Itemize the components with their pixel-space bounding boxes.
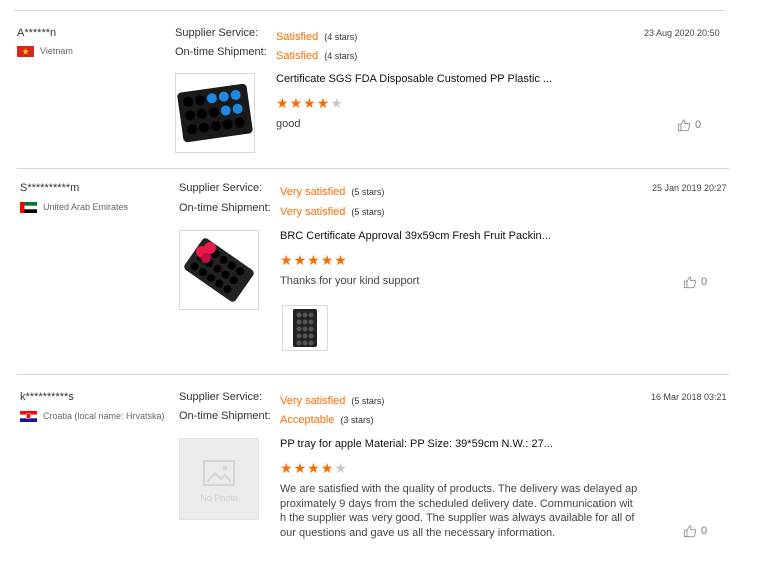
supplier-service-value: Very satisfied bbox=[280, 395, 346, 407]
image-placeholder-icon bbox=[203, 460, 235, 486]
review-date: 16 Mar 2018 03:21 bbox=[651, 392, 727, 402]
comment-line: proximately 9 days from the scheduled de… bbox=[280, 497, 633, 510]
rating-stars: ★★★★★ bbox=[280, 460, 348, 477]
star-icon: ★ bbox=[334, 460, 348, 476]
thumbs-up-icon bbox=[683, 525, 697, 538]
reviewer-name: k**********s bbox=[20, 391, 74, 403]
star-icon: ★ bbox=[320, 460, 335, 476]
comment-line: our questions and gave us all the necess… bbox=[280, 526, 556, 539]
shipment-rating: Acceptable (3 stars) bbox=[280, 410, 373, 428]
review-comment: We are satisfied with the quality of pro… bbox=[280, 482, 637, 540]
shipment-stars: (3 stars) bbox=[340, 415, 374, 425]
supplier-service-stars: (5 stars) bbox=[351, 396, 385, 406]
flag-icon bbox=[20, 411, 37, 423]
comment-line: h the supplier was very good. The suppli… bbox=[280, 512, 635, 524]
supplier-service-rating: Very satisfied (5 stars) bbox=[280, 391, 384, 409]
country-label: Croatia (local name: Hrvatska) bbox=[43, 411, 165, 421]
star-icon: ★ bbox=[307, 460, 321, 476]
no-photo-placeholder: No Photo bbox=[179, 438, 259, 520]
product-title-link[interactable]: PP tray for apple Material: PP Size: 39*… bbox=[280, 438, 553, 450]
no-photo-text: No Photo bbox=[200, 493, 238, 503]
star-icon: ★ bbox=[293, 460, 308, 476]
like-count: 0 bbox=[701, 525, 708, 537]
reviewer-country: Croatia (local name: Hrvatska) bbox=[20, 411, 165, 423]
star-icon: ★ bbox=[280, 460, 294, 476]
comment-line: We are satisfied with the quality of pro… bbox=[280, 483, 638, 495]
like-button[interactable]: 0 bbox=[683, 524, 707, 538]
shipment-label: On-time Shipment: bbox=[179, 410, 271, 422]
shipment-value: Acceptable bbox=[280, 414, 335, 426]
supplier-service-label: Supplier Service: bbox=[179, 391, 263, 403]
review-item: k**********s Croatia (local name: Hrvats… bbox=[0, 0, 757, 562]
